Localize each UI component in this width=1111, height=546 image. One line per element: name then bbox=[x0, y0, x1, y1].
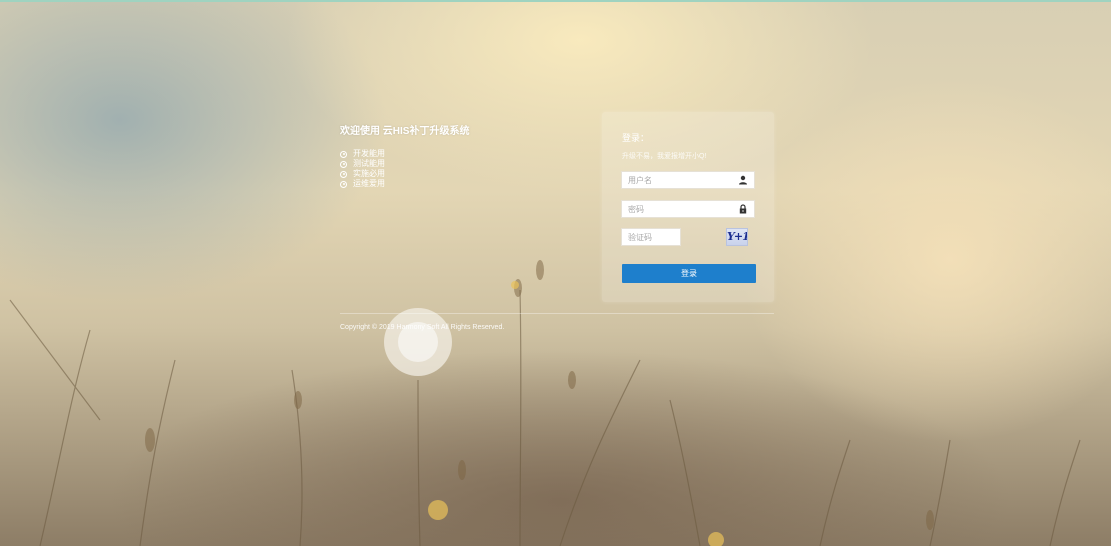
login-button[interactable]: 登录 bbox=[622, 264, 756, 283]
login-title: 登录： bbox=[622, 133, 650, 143]
footer-divider bbox=[340, 313, 774, 314]
copyright-text: Copyright © 2019 Harmony Soft All Rights… bbox=[340, 324, 505, 331]
user-icon bbox=[739, 175, 747, 185]
captcha-image[interactable]: Y+1=? bbox=[726, 228, 748, 246]
feature-label: 开发能用 bbox=[353, 149, 385, 158]
welcome-section: 欢迎使用 云HIS补丁升级系统 开发能用 测试能用 实施必用 运维爱用 bbox=[340, 122, 469, 189]
circle-bullet-icon bbox=[340, 160, 347, 168]
feature-label: 运维爱用 bbox=[353, 179, 385, 188]
captcha-field bbox=[621, 228, 681, 246]
feature-list: 开发能用 测试能用 实施必用 运维爱用 bbox=[340, 149, 469, 189]
circle-bullet-icon bbox=[340, 170, 347, 178]
feature-label: 实施必用 bbox=[353, 169, 385, 178]
captcha-input[interactable] bbox=[622, 229, 680, 245]
feature-item: 测试能用 bbox=[340, 159, 469, 169]
password-field bbox=[621, 200, 755, 218]
login-subtitle: 升级不易，我爱报增开小Q! bbox=[622, 153, 707, 160]
lock-icon bbox=[739, 204, 747, 214]
welcome-title: 欢迎使用 云HIS补丁升级系统 bbox=[340, 126, 470, 137]
circle-bullet-icon bbox=[340, 180, 347, 188]
feature-item: 运维爱用 bbox=[340, 179, 469, 189]
username-input[interactable] bbox=[622, 172, 738, 188]
feature-label: 测试能用 bbox=[353, 159, 385, 168]
username-field bbox=[621, 171, 755, 189]
feature-item: 实施必用 bbox=[340, 169, 469, 179]
password-input[interactable] bbox=[622, 201, 738, 217]
feature-item: 开发能用 bbox=[340, 149, 469, 159]
background-meadow-image bbox=[9, 260, 1081, 546]
circle-bullet-icon bbox=[340, 150, 347, 158]
